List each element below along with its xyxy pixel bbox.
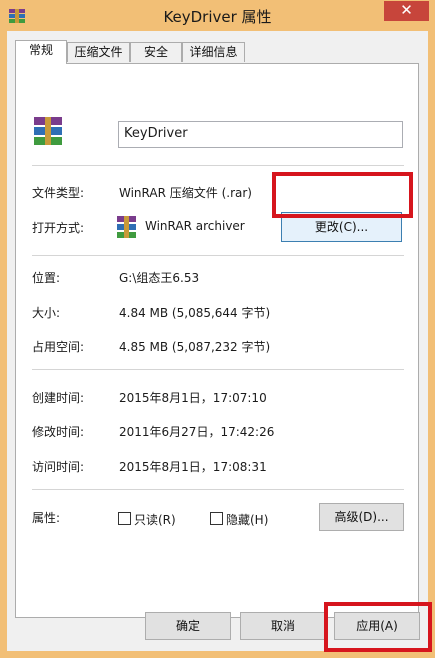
size-label: 大小: — [32, 306, 61, 320]
divider — [32, 489, 404, 490]
hidden-label[interactable]: 隐藏(H) — [226, 511, 268, 528]
readonly-checkbox[interactable] — [118, 512, 131, 525]
winrar-app-icon — [117, 216, 136, 238]
advanced-button[interactable]: 高级(D)... — [319, 503, 404, 531]
accessed-label: 访问时间: — [32, 460, 85, 474]
file-type-label: 文件类型: — [32, 186, 85, 200]
created-label: 创建时间: — [32, 391, 85, 405]
change-button-highlight — [272, 172, 413, 218]
size-on-disk-value: 4.85 MB (5,087,232 字节) — [119, 340, 271, 354]
modified-label: 修改时间: — [32, 425, 85, 439]
file-name-field[interactable]: KeyDriver — [118, 121, 403, 148]
size-on-disk-label: 占用空间: — [32, 340, 85, 354]
title-bar[interactable]: KeyDriver 属性 ✕ — [0, 0, 435, 32]
modified-value: 2011年6月27日，17:42:26 — [119, 425, 275, 439]
location-label: 位置: — [32, 271, 61, 285]
size-value: 4.84 MB (5,085,644 字节) — [119, 306, 271, 320]
created-value: 2015年8月1日，17:07:10 — [119, 391, 267, 405]
cancel-button[interactable]: 取消 — [240, 612, 326, 640]
properties-window: KeyDriver 属性 ✕ 常规 压缩文件 安全 详细信息 KeyDriver… — [0, 0, 435, 658]
close-button[interactable]: ✕ — [384, 1, 429, 21]
ok-button[interactable]: 确定 — [145, 612, 231, 640]
window-title: KeyDriver 属性 — [163, 8, 272, 26]
tab-general[interactable]: 常规 — [15, 40, 67, 64]
dialog-client: 常规 压缩文件 安全 详细信息 KeyDriver 文件类型: WinRAR 压… — [7, 31, 428, 651]
general-panel: KeyDriver 文件类型: WinRAR 压缩文件 (.rar) 打开方式:… — [15, 63, 419, 618]
accessed-value: 2015年8月1日，17:08:31 — [119, 460, 267, 474]
location-value: G:\组态王6.53 — [119, 271, 200, 285]
winrar-archive-icon — [34, 117, 62, 145]
divider — [32, 369, 404, 370]
tab-details[interactable]: 详细信息 — [182, 42, 245, 62]
divider — [32, 165, 404, 166]
attributes-label: 属性: — [32, 511, 61, 525]
open-with-label: 打开方式: — [32, 221, 85, 235]
divider — [32, 255, 404, 256]
tab-security[interactable]: 安全 — [130, 42, 182, 62]
file-type-value: WinRAR 压缩文件 (.rar) — [119, 186, 252, 200]
readonly-label[interactable]: 只读(R) — [134, 511, 176, 528]
apply-button-highlight — [324, 602, 432, 652]
open-with-value: WinRAR archiver — [145, 219, 245, 233]
hidden-checkbox[interactable] — [210, 512, 223, 525]
tab-archive[interactable]: 压缩文件 — [67, 42, 130, 62]
